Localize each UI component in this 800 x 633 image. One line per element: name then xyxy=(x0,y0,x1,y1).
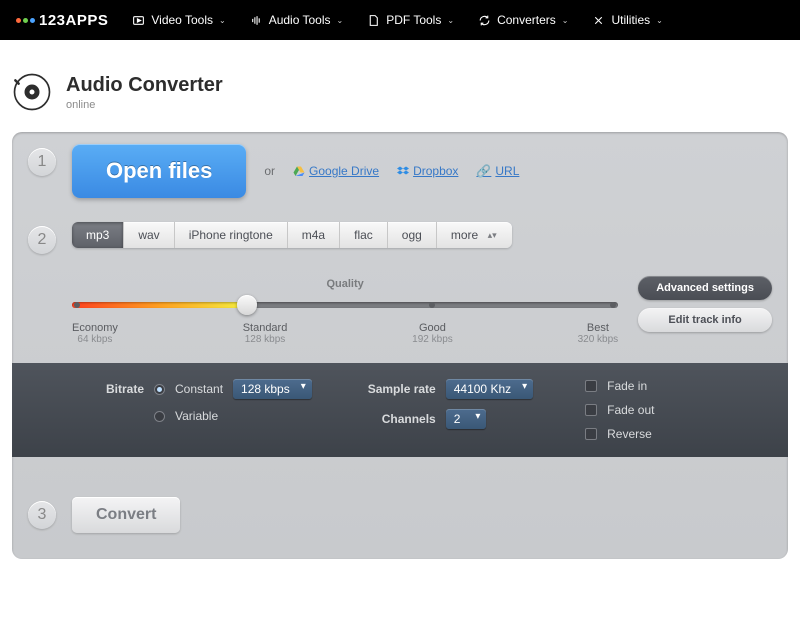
quality-slider[interactable] xyxy=(72,296,618,314)
chevron-down-icon: ⌄ xyxy=(337,16,344,25)
fade-out-label: Fade out xyxy=(607,403,654,417)
bitrate-label: Bitrate xyxy=(72,382,144,396)
step-number: 3 xyxy=(28,501,56,529)
brand-name: 123APPS xyxy=(39,12,108,29)
bitrate-constant-label: Constant xyxy=(175,382,223,396)
slider-thumb[interactable] xyxy=(237,295,257,315)
bitrate-select[interactable]: 128 kbps xyxy=(233,379,312,399)
document-icon xyxy=(367,14,380,27)
nav-audio-tools[interactable]: Audio Tools⌄ xyxy=(250,13,344,27)
format-flac[interactable]: flac xyxy=(340,222,388,248)
chevron-down-icon: ⌄ xyxy=(656,16,663,25)
main-panel: 1 Open files or Google Drive Dropbox 🔗 U… xyxy=(12,132,788,559)
refresh-icon xyxy=(478,14,491,27)
format-selector: mp3 wav iPhone ringtone m4a flac ogg mor… xyxy=(72,222,512,248)
reverse-checkbox[interactable] xyxy=(585,428,597,440)
play-icon xyxy=(132,14,145,27)
page-header: Audio Converter online xyxy=(0,40,800,132)
reverse-label: Reverse xyxy=(607,427,652,441)
nav-video-tools[interactable]: Video Tools⌄ xyxy=(132,13,225,27)
step-1: 1 Open files or Google Drive Dropbox 🔗 U… xyxy=(12,132,788,210)
logo-dots-icon xyxy=(16,18,35,23)
tools-icon xyxy=(592,14,605,27)
fade-in-label: Fade in xyxy=(607,379,647,393)
step-2: 2 mp3 wav iPhone ringtone m4a flac ogg m… xyxy=(12,210,788,266)
quality-best: Best320 kbps xyxy=(578,322,619,345)
google-drive-icon xyxy=(293,165,305,177)
audio-icon xyxy=(250,14,263,27)
nav-utilities[interactable]: Utilities⌄ xyxy=(592,13,662,27)
fade-in-checkbox[interactable] xyxy=(585,380,597,392)
sort-icon: ▴▾ xyxy=(486,230,498,241)
fade-out-checkbox[interactable] xyxy=(585,404,597,416)
format-wav[interactable]: wav xyxy=(124,222,174,248)
channels-select[interactable]: 2 xyxy=(446,409,487,429)
sample-rate-label: Sample rate xyxy=(364,382,436,396)
sample-rate-select[interactable]: 44100 Khz xyxy=(446,379,533,399)
url-link[interactable]: 🔗 URL xyxy=(476,164,519,178)
convert-button[interactable]: Convert xyxy=(72,497,180,533)
page-title: Audio Converter xyxy=(66,74,223,97)
step-3: 3 Convert xyxy=(12,457,788,559)
advanced-panel: Bitrate Constant 128 kbps Variable Sampl… xyxy=(12,363,788,457)
step-number: 2 xyxy=(28,226,56,254)
nav-pdf-tools[interactable]: PDF Tools⌄ xyxy=(367,13,454,27)
quality-standard: Standard128 kbps xyxy=(243,322,288,345)
format-mp3[interactable]: mp3 xyxy=(72,222,124,248)
channels-label: Channels xyxy=(364,412,436,426)
step-2-quality: 2 Quality Economy64 kbps Standard128 kbp… xyxy=(12,266,788,363)
format-ogg[interactable]: ogg xyxy=(388,222,437,248)
page-subtitle: online xyxy=(66,99,223,111)
or-label: or xyxy=(264,164,275,178)
nav-converters[interactable]: Converters⌄ xyxy=(478,13,568,27)
chevron-down-icon: ⌄ xyxy=(219,16,226,25)
bitrate-constant-radio[interactable] xyxy=(154,384,165,395)
quality-economy: Economy64 kbps xyxy=(72,322,118,345)
quality-good: Good192 kbps xyxy=(412,322,453,345)
format-more[interactable]: more▴▾ xyxy=(437,222,512,248)
google-drive-link[interactable]: Google Drive xyxy=(293,164,379,178)
dropbox-link[interactable]: Dropbox xyxy=(397,164,458,178)
open-files-button[interactable]: Open files xyxy=(72,144,246,198)
step-number: 1 xyxy=(28,148,56,176)
bitrate-variable-radio[interactable] xyxy=(154,411,165,422)
quality-title: Quality xyxy=(72,278,618,290)
edit-track-info-button[interactable]: Edit track info xyxy=(638,308,772,332)
link-icon: 🔗 xyxy=(476,164,491,178)
disc-icon xyxy=(12,72,52,112)
chevron-down-icon: ⌄ xyxy=(562,16,569,25)
advanced-settings-button[interactable]: Advanced settings xyxy=(638,276,772,300)
brand-logo[interactable]: 123APPS xyxy=(16,12,108,29)
format-m4a[interactable]: m4a xyxy=(288,222,340,248)
chevron-down-icon: ⌄ xyxy=(447,16,454,25)
topbar: 123APPS Video Tools⌄ Audio Tools⌄ PDF To… xyxy=(0,0,800,40)
bitrate-variable-label: Variable xyxy=(175,409,218,423)
dropbox-icon xyxy=(397,165,409,177)
format-iphone-ringtone[interactable]: iPhone ringtone xyxy=(175,222,288,248)
